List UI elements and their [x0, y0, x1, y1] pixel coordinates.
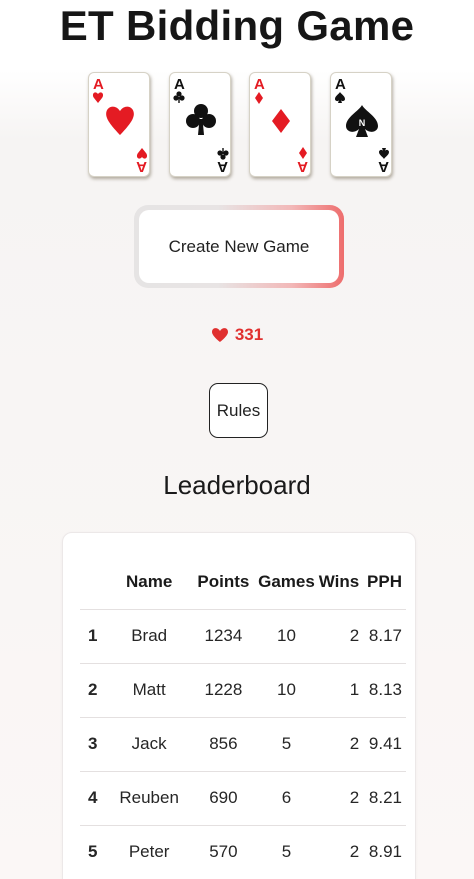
rank-cell: 5 [80, 824, 107, 879]
diamonds-icon [272, 109, 291, 133]
create-new-game-button[interactable]: Create New Game [134, 205, 344, 288]
create-new-game-label: Create New Game [139, 210, 339, 283]
name-cell: Peter [106, 824, 192, 879]
wins-cell: 2 [318, 608, 362, 663]
table-row: 1 Brad 1234 10 2 8.17 [80, 608, 406, 663]
points-cell: 570 [191, 824, 255, 879]
rank-cell: 2 [80, 662, 107, 717]
spades-small-icon [334, 92, 345, 103]
likes-counter[interactable]: 331 [0, 325, 474, 345]
rules-button[interactable]: Rules [209, 383, 268, 438]
points-cell: 1228 [191, 662, 255, 717]
wins-cell: 2 [318, 824, 362, 879]
spade-center-mark: N [359, 118, 366, 128]
points-cell: 856 [191, 716, 255, 771]
card-rank-top: A [335, 76, 346, 93]
pph-cell: 8.91 [361, 824, 406, 879]
rank-cell: 3 [80, 716, 107, 771]
rank-cell: 4 [80, 770, 107, 825]
column-header-rank [80, 555, 106, 609]
wins-cell: 2 [318, 770, 362, 825]
points-cell: 1234 [191, 608, 255, 663]
games-cell: 6 [254, 770, 318, 825]
card-rank-top: A [93, 76, 104, 93]
card-rank-top: A [174, 76, 185, 93]
table-row: 4 Reuben 690 6 2 8.21 [80, 770, 406, 825]
name-cell: Jack [106, 716, 192, 771]
hearts-icon [106, 106, 134, 135]
clubs-small-icon [173, 91, 185, 103]
points-cell: 690 [191, 770, 255, 825]
column-header-name: Name [126, 571, 173, 591]
rank-cell: 1 [80, 608, 107, 663]
card-rank-bottom: A [297, 158, 308, 175]
column-header-wins: Wins [318, 571, 360, 591]
pph-cell: 8.17 [361, 608, 406, 663]
leaderboard-title: Leaderboard [163, 470, 311, 500]
name-cell: Brad [106, 608, 192, 663]
games-cell: 5 [254, 824, 318, 879]
ace-of-spades-card: A N A [329, 72, 392, 177]
card-rank-top: A [254, 76, 265, 93]
column-header-pph: PPH [367, 571, 402, 591]
pph-cell: 9.41 [361, 716, 406, 771]
card-rank-bottom: A [136, 158, 147, 175]
heart-icon [211, 327, 228, 342]
page-title: ET Bidding Game [59, 2, 415, 49]
wins-cell: 1 [318, 662, 362, 717]
games-cell: 10 [254, 608, 318, 663]
pph-cell: 8.21 [361, 770, 406, 825]
ace-of-clubs-card: A A [168, 72, 231, 177]
table-row: 3 Jack 856 5 2 9.41 [80, 716, 406, 771]
table-row: 5 Peter 570 5 2 8.91 [80, 824, 406, 879]
name-cell: Matt [106, 662, 192, 717]
card-row: A A A A A A A N A [88, 72, 392, 180]
table-row: 2 Matt 1228 10 1 8.13 [80, 662, 406, 717]
table-header-row: Name Points Games Wins PPH [80, 555, 406, 609]
column-header-games: Games [258, 571, 315, 591]
card-rank-bottom: A [378, 158, 389, 175]
leaderboard-panel: Name Points Games Wins PPH 1 Brad 1234 1… [62, 532, 416, 879]
likes-count: 331 [234, 325, 264, 344]
wins-cell: 2 [318, 716, 362, 771]
leaderboard-table: Name Points Games Wins PPH 1 Brad 1234 1… [80, 555, 406, 879]
pph-cell: 8.13 [361, 662, 406, 717]
games-cell: 5 [254, 716, 318, 771]
diamonds-small-icon [255, 92, 264, 104]
ace-of-hearts-card: A A [88, 72, 150, 177]
ace-of-diamonds-card: A A [249, 72, 312, 177]
hearts-small-icon [92, 92, 104, 103]
name-cell: Reuben [106, 770, 192, 825]
card-rank-bottom: A [217, 158, 228, 175]
clubs-icon [185, 104, 216, 135]
games-cell: 10 [254, 662, 318, 717]
column-header-points: Points [197, 571, 250, 591]
